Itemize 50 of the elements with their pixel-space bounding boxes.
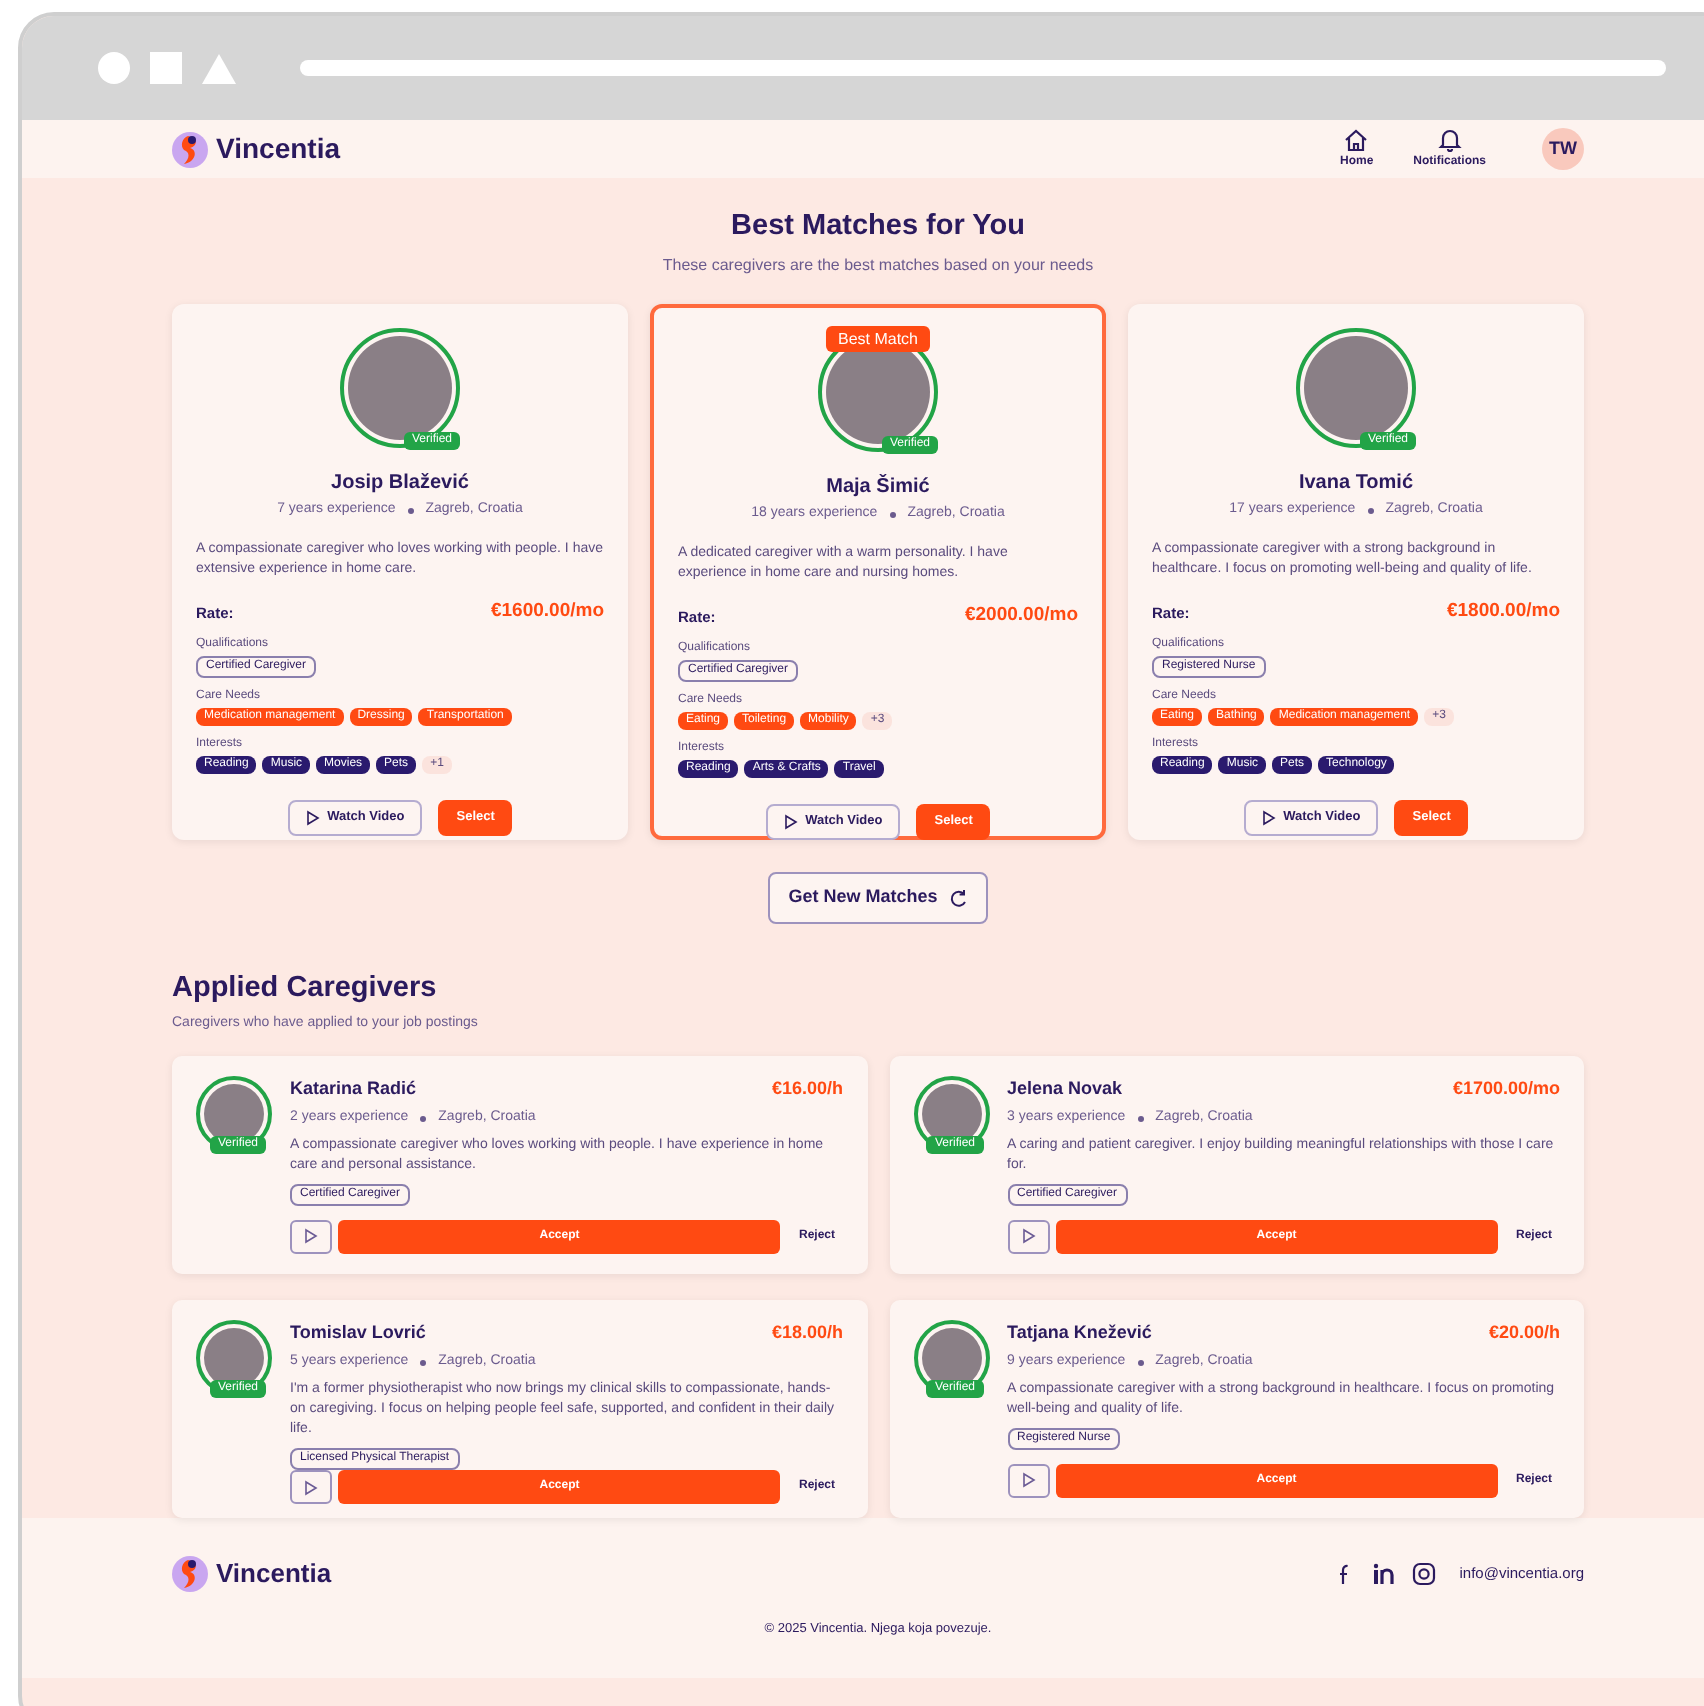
dot-separator-icon: [420, 1116, 427, 1123]
dot-separator-icon: [889, 512, 896, 519]
instagram-icon[interactable]: [1411, 1561, 1436, 1586]
dot-separator-icon: [1367, 508, 1374, 515]
user-avatar[interactable]: TW: [1542, 128, 1584, 170]
section-title: Applied Caregivers: [172, 971, 439, 1007]
play-icon: [1021, 1228, 1035, 1245]
caregiver-name: Josip Blažević: [329, 470, 471, 499]
caregiver-name: Maja Šimić: [824, 472, 932, 503]
play-icon: [304, 1228, 318, 1245]
play-button[interactable]: [1007, 1219, 1049, 1254]
dot-separator-icon: [1137, 1360, 1144, 1367]
refresh-icon: [947, 888, 968, 909]
linkedin-icon[interactable]: [1371, 1561, 1394, 1586]
rate-value: €20.00/h: [1488, 1319, 1560, 1346]
rate-value: €1700.00/mo: [1452, 1075, 1560, 1102]
best-match-badge: Best Match: [826, 326, 930, 353]
caregiver-name: Tatjana Knežević: [1007, 1319, 1152, 1346]
play-button[interactable]: [290, 1219, 332, 1254]
rate-value: €1800.00/mo: [1446, 598, 1560, 627]
play-button[interactable]: [1007, 1463, 1049, 1498]
play-button[interactable]: [290, 1470, 332, 1505]
get-new-matches-button[interactable]: Get New Matches: [768, 872, 988, 924]
logo-icon: [172, 1555, 208, 1592]
dot-separator-icon: [420, 1360, 427, 1367]
caregiver-name: Katarina Radić: [290, 1075, 417, 1102]
play-icon: [305, 810, 320, 827]
home-icon: [1342, 126, 1371, 154]
logo-icon: [172, 131, 208, 167]
brand-name: Vincentia: [216, 1555, 332, 1592]
caregiver-name: Jelena Novak: [1007, 1075, 1123, 1102]
play-icon: [304, 1479, 318, 1496]
bell-icon: [1435, 126, 1464, 154]
rate-value: €16.00/h: [771, 1075, 843, 1102]
section-title: Best Matches for You: [729, 210, 1027, 245]
rate-value: €2000.00/mo: [964, 602, 1078, 631]
play-icon: [783, 814, 798, 831]
dot-separator-icon: [407, 508, 414, 515]
caregiver-name: Tomislav Lovrić: [290, 1319, 426, 1346]
play-icon: [1021, 1472, 1035, 1489]
circle-icon: [98, 52, 130, 84]
rate-value: €18.00/h: [771, 1319, 843, 1346]
brand-name: Vincentia: [216, 130, 340, 168]
dot-separator-icon: [1137, 1116, 1144, 1123]
caregiver-name: Ivana Tomić: [1296, 470, 1416, 499]
section-subtitle: These caregivers are the best matches based on your needs: [660, 254, 1096, 279]
triangle-icon: [202, 53, 236, 83]
play-icon: [1261, 810, 1276, 827]
square-icon: [150, 52, 182, 84]
rate-value: €1600.00/mo: [490, 598, 604, 627]
